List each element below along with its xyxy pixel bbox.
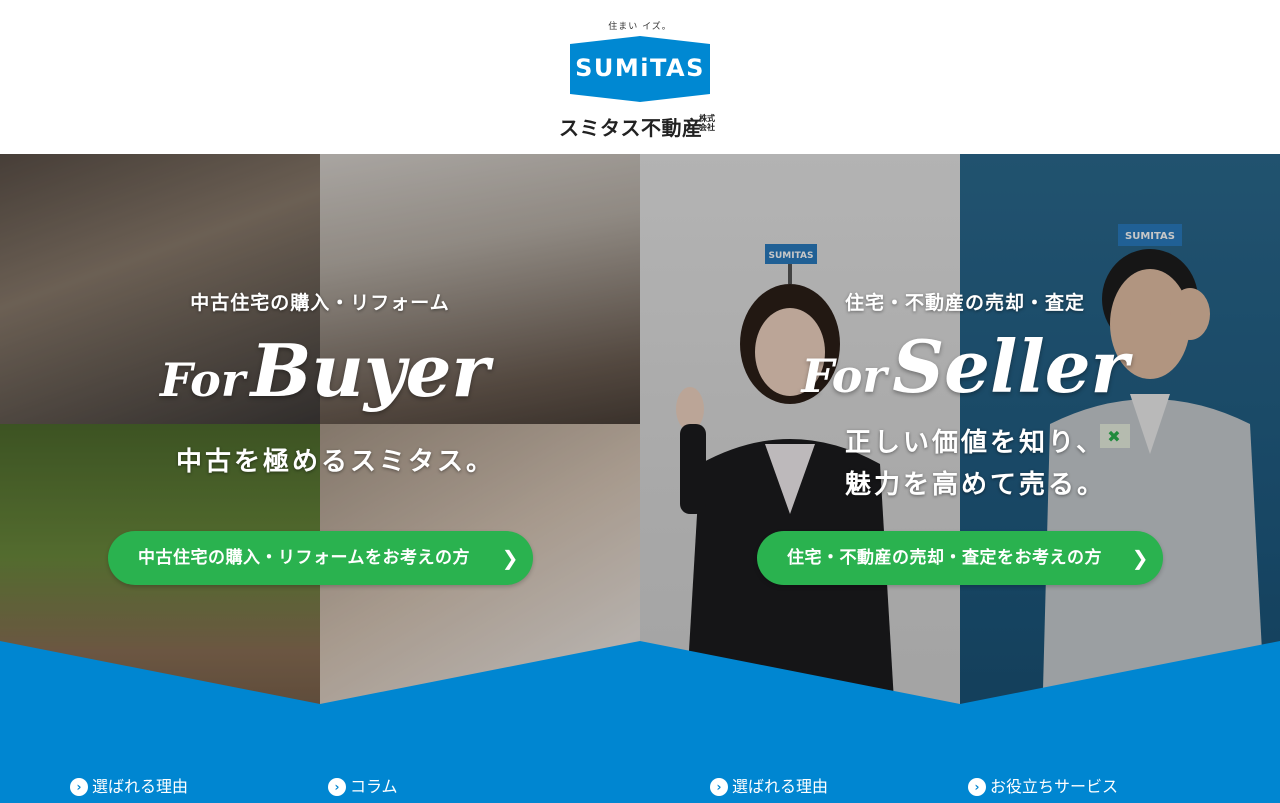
nav-useful-services-label: お役立ちサービス: [990, 777, 1119, 796]
chevron-right-circle-icon: ›: [968, 778, 986, 796]
nav-buyer-reasons[interactable]: › 選ばれる理由: [70, 773, 188, 797]
logo-wordmark[interactable]: SUMiTAS: [570, 54, 710, 82]
nav-buyer-reasons-label: 選ばれる理由: [92, 777, 189, 796]
nav-column[interactable]: › コラム: [328, 773, 398, 797]
chevron-right-circle-icon: ›: [710, 778, 728, 796]
company-name: スミタス不動産: [559, 116, 703, 140]
chevron-right-circle-icon: ›: [70, 778, 88, 796]
nav-column-label: コラム: [350, 777, 398, 796]
brand-tagline: 住まい イズ。: [608, 22, 672, 32]
blue-band: [0, 641, 1280, 803]
hero-section: SUMITAS SUMITAS ✖ 中古住宅の購入・リフォーム For Buye…: [0, 154, 1280, 803]
nav-seller-reasons-label: 選ばれる理由: [732, 777, 829, 796]
nav-useful-services[interactable]: › お役立ちサービス: [968, 773, 1118, 797]
site-header: 住まい イズ。 SUMiTAS スミタス不動産 株式会社: [0, 0, 1280, 154]
chevron-right-circle-icon: ›: [328, 778, 346, 796]
nav-seller-reasons[interactable]: › 選ばれる理由: [710, 773, 828, 797]
company-suffix: 株式会社: [699, 114, 715, 132]
